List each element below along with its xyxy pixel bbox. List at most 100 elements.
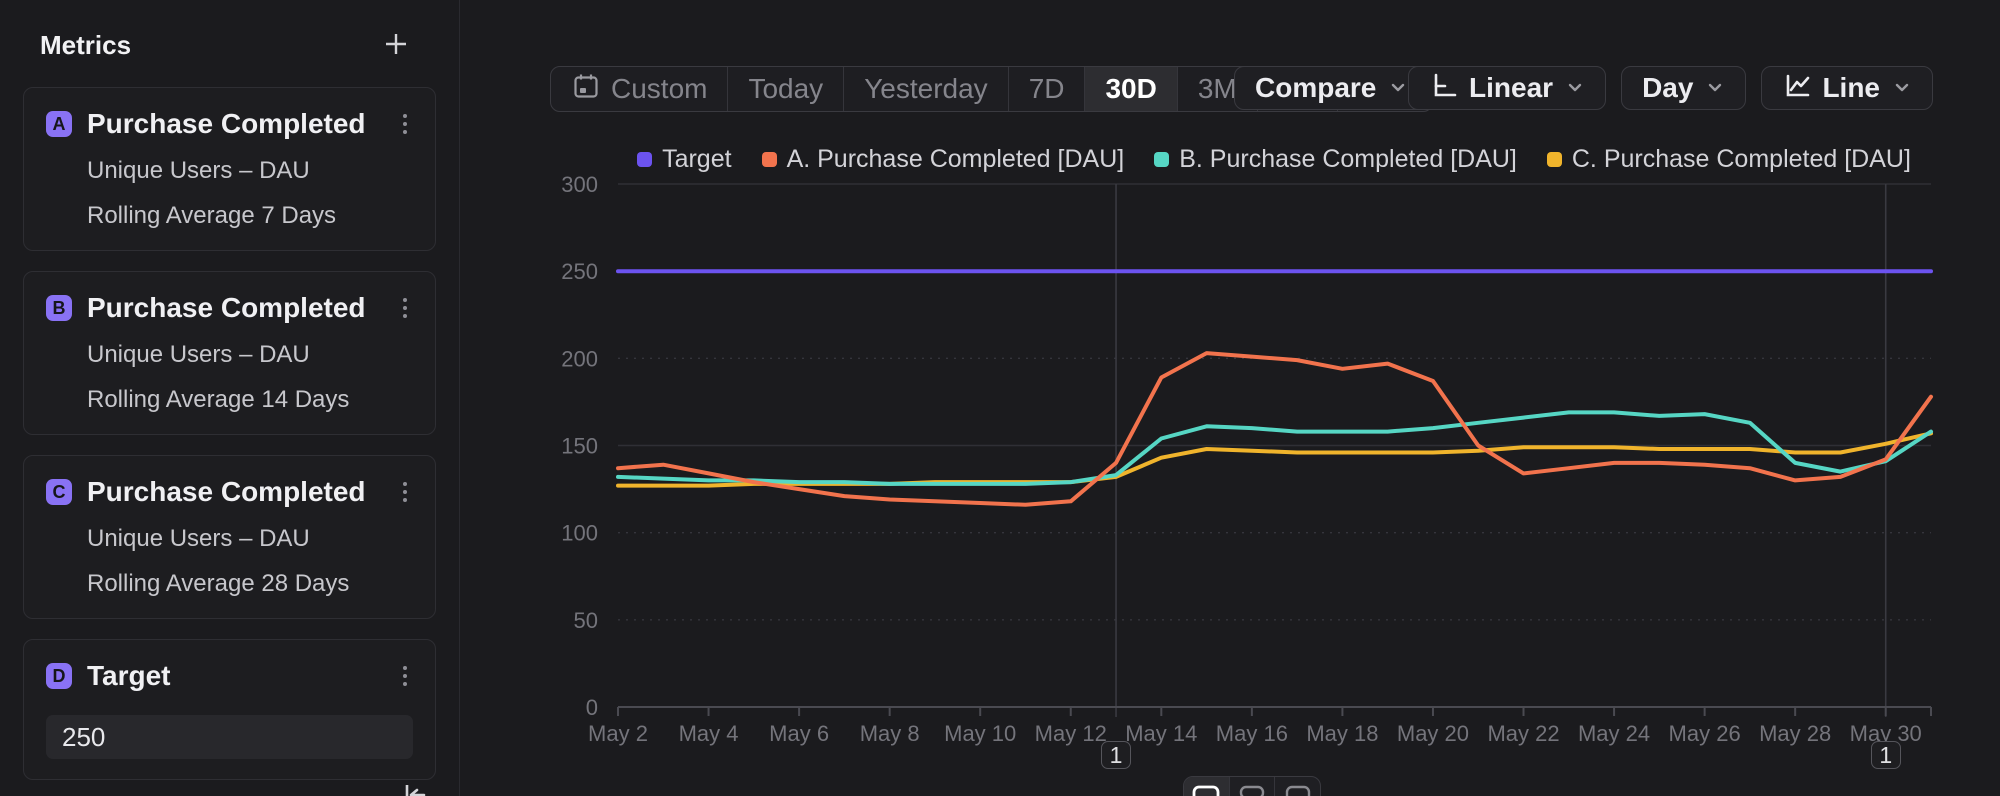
granularity-label: Day: [1642, 72, 1693, 104]
tab-today[interactable]: Today: [727, 67, 843, 111]
chevron-down-icon: [1892, 72, 1912, 104]
target-value-input[interactable]: [46, 715, 413, 759]
sidebar: Metrics A Purchase Completed Unique User…: [0, 0, 460, 796]
metric-transform: Rolling Average 28 Days: [87, 570, 413, 598]
y-tick-label: 100: [561, 521, 598, 546]
plus-icon: [383, 31, 409, 60]
tab-yesterday[interactable]: Yesterday: [843, 67, 1008, 111]
metric-title: Purchase Completed: [87, 476, 397, 508]
target-card-head: D Target: [46, 660, 413, 692]
x-tick-label: May 14: [1125, 721, 1197, 746]
series-line: [618, 433, 1931, 485]
series-line: [618, 412, 1931, 484]
tab-7d[interactable]: 7D: [1008, 67, 1085, 111]
compare-button[interactable]: Compare: [1234, 66, 1429, 110]
tab-30d[interactable]: 30D: [1084, 67, 1176, 111]
chart-type-selector[interactable]: Line: [1761, 66, 1933, 110]
x-tick-label: May 2: [588, 721, 648, 746]
add-metric-button[interactable]: [383, 31, 409, 60]
chart-view-button[interactable]: [1184, 777, 1229, 796]
target-card[interactable]: D Target: [23, 639, 436, 780]
metric-card-a[interactable]: A Purchase Completed Unique Users – DAU …: [23, 87, 436, 251]
chart-controls: Linear Day Line: [1408, 66, 1933, 110]
y-tick-label: 250: [561, 259, 598, 284]
chart-view-icon: [1191, 785, 1221, 796]
legend-swatch: [1154, 152, 1169, 167]
line-chart-plot: May 2 May 4 May 6 May 8 May 10 May 12 May 14 Ma…: [460, 0, 2000, 796]
granularity-selector[interactable]: Day: [1621, 66, 1746, 110]
table-view-icon: [1237, 785, 1267, 796]
metric-card-b[interactable]: B Purchase Completed Unique Users – DAU …: [23, 271, 436, 435]
scale-selector[interactable]: Linear: [1408, 66, 1606, 110]
x-tick-label: May 26: [1669, 721, 1741, 746]
annotation-badge[interactable]: 1: [1871, 741, 1901, 769]
metric-letter-badge: A: [46, 111, 72, 137]
metric-measure: Unique Users – DAU: [87, 525, 413, 553]
legend-item[interactable]: C. Purchase Completed [DAU]: [1547, 145, 1911, 174]
y-tick-label: 150: [561, 434, 598, 459]
collapse-sidebar-button[interactable]: [400, 781, 428, 796]
card-view-button[interactable]: [1274, 777, 1320, 796]
series-line: [618, 353, 1931, 505]
metric-measure: Unique Users – DAU: [87, 157, 413, 185]
chart-legend: Target A. Purchase Completed [DAU] B. Purc…: [618, 145, 1930, 174]
table-view-button[interactable]: [1229, 777, 1275, 796]
y-tick-label: 200: [561, 346, 598, 371]
tab-label: 7D: [1029, 73, 1065, 105]
metric-transform: Rolling Average 7 Days: [87, 202, 413, 230]
kebab-menu-icon[interactable]: [397, 478, 413, 506]
y-tick-label: 300: [561, 172, 598, 197]
chart-type-label: Line: [1822, 72, 1880, 104]
metric-card-head: C Purchase Completed: [46, 476, 413, 508]
metric-letter-badge: D: [46, 663, 72, 689]
legend-label: B. Purchase Completed [DAU]: [1179, 145, 1517, 174]
tab-label: Yesterday: [864, 73, 988, 105]
x-tick-label: May 4: [679, 721, 739, 746]
x-tick-label: May 12: [1035, 721, 1107, 746]
x-tick-label: May 8: [860, 721, 920, 746]
kebab-menu-icon[interactable]: [397, 294, 413, 322]
collapse-left-icon: [400, 781, 428, 796]
chart-panel: Custom Today Yesterday 7D 30D 3M 6M 12M …: [460, 0, 2000, 796]
card-view-icon: [1283, 785, 1313, 796]
chevron-down-icon: [1388, 72, 1408, 104]
metric-letter-badge: B: [46, 295, 72, 321]
metric-title: Purchase Completed: [87, 292, 397, 324]
tab-label: 3M: [1198, 73, 1237, 105]
annotation-badge[interactable]: 1: [1101, 741, 1131, 769]
metric-letter-badge: C: [46, 479, 72, 505]
x-tick-label: May 22: [1487, 721, 1559, 746]
metric-card-c[interactable]: C Purchase Completed Unique Users – DAU …: [23, 455, 436, 619]
analytics-app: Metrics A Purchase Completed Unique User…: [0, 0, 2000, 796]
y-tick-label: 50: [574, 608, 598, 633]
metric-measure: Unique Users – DAU: [87, 341, 413, 369]
chevron-down-icon: [1705, 72, 1725, 104]
y-tick-label: 0: [586, 695, 598, 720]
legend-item[interactable]: B. Purchase Completed [DAU]: [1154, 145, 1517, 174]
metric-card-head: B Purchase Completed: [46, 292, 413, 324]
metrics-title: Metrics: [40, 30, 131, 61]
legend-item[interactable]: A. Purchase Completed [DAU]: [762, 145, 1125, 174]
target-title: Target: [87, 660, 397, 692]
legend-swatch: [762, 152, 777, 167]
kebab-menu-icon[interactable]: [397, 110, 413, 138]
metric-title: Purchase Completed: [87, 108, 397, 140]
x-tick-label: May 18: [1306, 721, 1378, 746]
x-tick-label: May 24: [1578, 721, 1650, 746]
legend-label: A. Purchase Completed [DAU]: [787, 145, 1125, 174]
kebab-menu-icon[interactable]: [397, 662, 413, 690]
metric-transform: Rolling Average 14 Days: [87, 386, 413, 414]
legend-swatch: [1547, 152, 1562, 167]
scale-label: Linear: [1469, 72, 1553, 104]
legend-label: C. Purchase Completed [DAU]: [1572, 145, 1911, 174]
legend-swatch: [637, 152, 652, 167]
axis-icon: [1429, 70, 1459, 107]
x-tick-label: May 10: [944, 721, 1016, 746]
view-toggle: [1183, 776, 1321, 796]
x-tick-label: May 16: [1216, 721, 1288, 746]
legend-label: Target: [662, 145, 731, 174]
x-tick-label: May 6: [769, 721, 829, 746]
tab-custom[interactable]: Custom: [551, 67, 727, 111]
calendar-icon: [571, 71, 601, 108]
legend-item[interactable]: Target: [637, 145, 731, 174]
